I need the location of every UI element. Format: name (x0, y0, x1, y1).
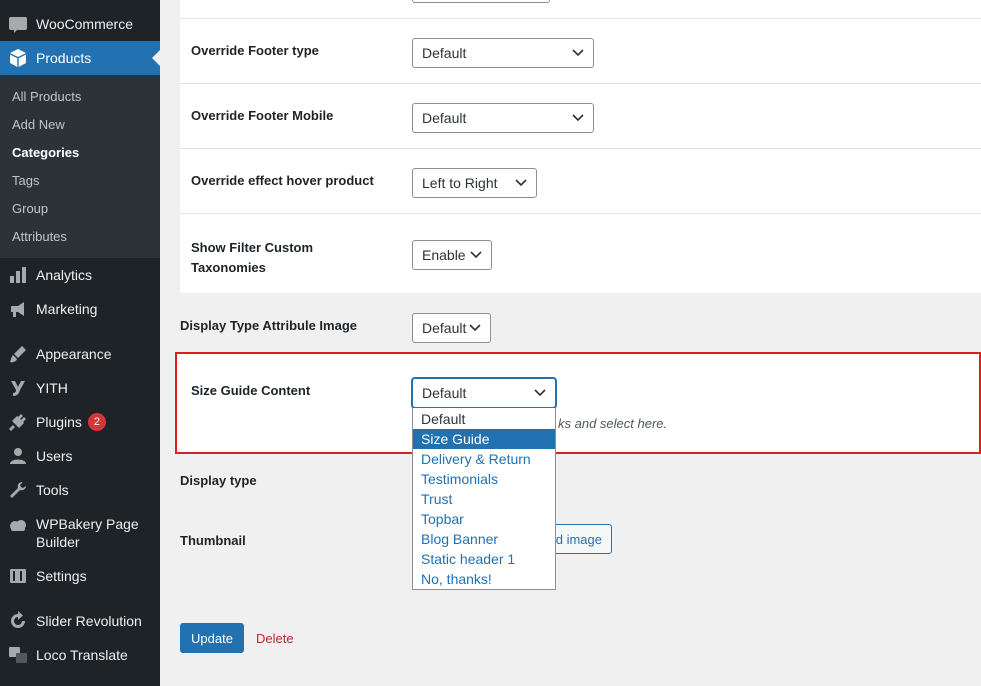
menu-yith[interactable]: YITH (0, 371, 160, 405)
row-divider (180, 148, 981, 149)
display-type-attr-image-label: Display Type Attribule Image (180, 318, 357, 333)
display-type-attr-image-select[interactable]: Default (412, 313, 491, 343)
override-effect-hover-select[interactable]: Left to Right (412, 168, 537, 198)
menu-label: Tools (36, 482, 69, 498)
menu-label: Users (36, 448, 73, 464)
menu-label: Loco Translate (36, 647, 128, 663)
dropdown-option[interactable]: Delivery & Return (413, 449, 555, 469)
refresh-icon (0, 611, 36, 631)
menu-label: Appearance (36, 346, 112, 362)
size-guide-content-label: Size Guide Content (191, 383, 311, 398)
select-value: Default (422, 320, 467, 336)
menu-label: Marketing (36, 301, 98, 317)
size-guide-highlight-box (175, 352, 981, 454)
update-button[interactable]: Update (180, 623, 244, 653)
submenu-categories[interactable]: Categories (12, 145, 79, 160)
plugin-update-badge: 2 (87, 413, 106, 431)
plug-icon (0, 412, 36, 432)
chevron-down-icon (515, 179, 527, 187)
chevron-down-icon (572, 49, 584, 57)
chevron-down-icon (469, 324, 481, 332)
row-divider (180, 18, 981, 19)
user-icon (0, 446, 36, 466)
select-value: Default (422, 45, 467, 61)
submenu-all-products[interactable]: All Products (12, 89, 81, 104)
dropdown-option[interactable]: Static header 1 (413, 549, 555, 569)
dropdown-option[interactable]: Trust (413, 489, 555, 509)
override-footer-mobile-select[interactable]: Default (412, 103, 594, 133)
menu-products[interactable]: Products (0, 41, 160, 75)
size-guide-dropdown-list: Default Size Guide Delivery & Return Tes… (412, 408, 556, 590)
menu-woocommerce[interactable]: WooCommerce (0, 7, 160, 41)
menu-label-line1: WPBakery Page (36, 516, 139, 532)
menu-label-line2: Builder (36, 534, 80, 550)
dropdown-option[interactable]: Topbar (413, 509, 555, 529)
settings-sliders-icon (0, 566, 36, 586)
box-icon (0, 48, 36, 68)
wrench-icon (0, 480, 36, 500)
size-guide-description: ks and select here. (558, 416, 668, 431)
chevron-down-icon (534, 389, 546, 397)
delete-link[interactable]: Delete (256, 631, 294, 646)
chevron-down-icon (572, 114, 584, 122)
products-submenu: All Products Add New Categories Tags Gro… (0, 75, 160, 258)
label-line2: Taxonomies (191, 260, 266, 275)
submenu-add-new[interactable]: Add New (12, 117, 65, 132)
menu-wpbakery[interactable]: WPBakery Page Builder (0, 515, 160, 559)
show-filter-taxonomies-label: Show Filter Custom Taxonomies (191, 238, 313, 278)
dropdown-option[interactable]: Blog Banner (413, 529, 555, 549)
size-guide-content-select[interactable]: Default (412, 378, 556, 408)
menu-loco-translate[interactable]: Loco Translate (0, 638, 160, 672)
select-value: Left to Right (422, 175, 498, 191)
override-footer-type-select[interactable]: Default (412, 38, 594, 68)
woocommerce-icon (0, 14, 36, 34)
submenu-group[interactable]: Group (12, 201, 48, 216)
submenu-attributes[interactable]: Attributes (12, 229, 67, 244)
menu-label: Products (36, 50, 92, 66)
menu-slider-revolution[interactable]: Slider Revolution (0, 604, 160, 638)
select-value: Default (422, 110, 467, 126)
menu-label: Plugins (36, 414, 82, 430)
upload-image-button[interactable]: d image (552, 524, 612, 554)
dropdown-option-selected[interactable]: Size Guide (413, 429, 555, 449)
bar-chart-icon (0, 265, 36, 285)
dropdown-option[interactable]: No, thanks! (413, 569, 555, 589)
wpbakery-cloud-icon (0, 515, 36, 536)
top-cut-select[interactable] (412, 0, 550, 3)
chevron-down-icon (470, 251, 482, 259)
thumbnail-label: Thumbnail (180, 533, 246, 548)
override-footer-type-label: Override Footer type (191, 43, 319, 58)
menu-settings[interactable]: Settings (0, 559, 160, 593)
override-footer-mobile-label: Override Footer Mobile (191, 108, 334, 123)
menu-analytics[interactable]: Analytics (0, 258, 160, 292)
menu-label: YITH (36, 380, 68, 396)
dropdown-option[interactable]: Default (413, 409, 555, 429)
row-divider (180, 213, 981, 214)
translate-icon (0, 645, 36, 665)
admin-sidebar: WooCommerce Products All Products Add Ne… (0, 0, 160, 686)
menu-tools[interactable]: Tools (0, 473, 160, 507)
menu-marketing[interactable]: Marketing (0, 292, 160, 326)
menu-label: WPBakery Page Builder (36, 515, 139, 551)
menu-label: WooCommerce (36, 16, 133, 32)
menu-label: Analytics (36, 267, 93, 283)
menu-label: Settings (36, 568, 87, 584)
megaphone-icon (0, 299, 36, 319)
menu-users[interactable]: Users (0, 439, 160, 473)
yith-icon (0, 378, 36, 398)
show-filter-taxonomies-select[interactable]: Enable (412, 240, 492, 270)
row-divider (180, 83, 981, 84)
display-type-label: Display type (180, 473, 257, 488)
menu-label: Slider Revolution (36, 613, 142, 629)
select-value: Enable (422, 247, 466, 263)
main-content: Override Footer type Default Override Fo… (160, 0, 981, 686)
label-line1: Show Filter Custom (191, 240, 314, 255)
override-effect-hover-label: Override effect hover product (191, 173, 374, 188)
paintbrush-icon (0, 344, 36, 364)
menu-appearance[interactable]: Appearance (0, 337, 160, 371)
select-value: Default (422, 385, 467, 401)
menu-plugins[interactable]: Plugins 2 (0, 405, 160, 439)
dropdown-option[interactable]: Testimonials (413, 469, 555, 489)
submenu-tags[interactable]: Tags (12, 173, 39, 188)
